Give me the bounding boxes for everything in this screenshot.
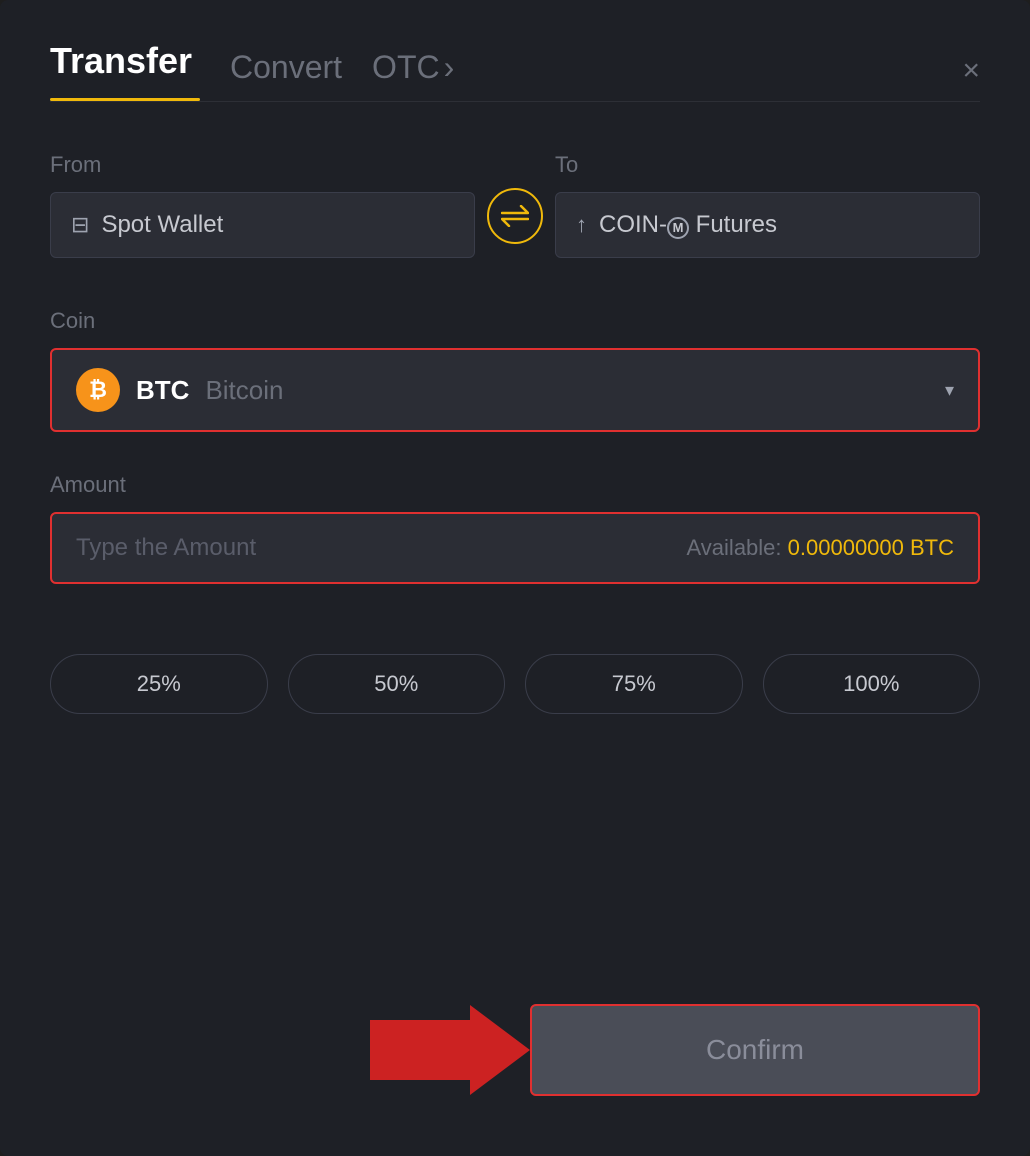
amount-label: Amount — [50, 472, 980, 498]
transfer-modal: Transfer Convert OTC › × From ⊟ Spot Wal… — [0, 0, 1030, 1156]
confirm-button[interactable]: Confirm — [530, 1004, 980, 1096]
amount-section: Amount Type the Amount Available: 0.0000… — [50, 472, 980, 584]
arrow-icon — [370, 1005, 530, 1095]
coin-dropdown[interactable]: ₿ BTC Bitcoin ▾ — [50, 348, 980, 432]
arrow-wrapper — [50, 1005, 530, 1095]
from-wallet-name: Spot Wallet — [101, 211, 223, 239]
swap-button[interactable] — [487, 188, 543, 244]
available-label: Available: — [687, 535, 782, 560]
to-label: To — [555, 152, 980, 178]
close-button[interactable]: × — [962, 56, 980, 101]
wallet-card-icon: ⊟ — [71, 212, 89, 238]
coin-section: Coin ₿ BTC Bitcoin ▾ — [50, 308, 980, 432]
available-text: Available: 0.00000000 BTC — [687, 535, 954, 561]
from-to-section: From ⊟ Spot Wallet To ↑ COIN-M Futures — [50, 152, 980, 258]
tab-otc[interactable]: OTC › — [372, 49, 454, 101]
amount-placeholder: Type the Amount — [76, 534, 256, 562]
amount-input-wrapper[interactable]: Type the Amount Available: 0.00000000 BT… — [50, 512, 980, 584]
futures-icon: ↑ — [576, 212, 587, 238]
percent-row: 25% 50% 75% 100% — [50, 654, 980, 714]
from-label: From — [50, 152, 475, 178]
percent-25-button[interactable]: 25% — [50, 654, 268, 714]
coin-full-name: Bitcoin — [205, 375, 283, 406]
tab-convert[interactable]: Convert — [230, 49, 342, 101]
from-group: From ⊟ Spot Wallet — [50, 152, 475, 258]
tab-transfer[interactable]: Transfer — [50, 40, 200, 94]
coin-ticker: BTC — [136, 375, 189, 406]
to-wallet-select[interactable]: ↑ COIN-M Futures — [555, 192, 980, 258]
tab-active-underline — [50, 98, 200, 101]
percent-100-button[interactable]: 100% — [763, 654, 981, 714]
from-wallet-select[interactable]: ⊟ Spot Wallet — [50, 192, 475, 258]
percent-50-button[interactable]: 50% — [288, 654, 506, 714]
coin-label: Coin — [50, 308, 980, 334]
swap-wrapper — [475, 188, 555, 258]
to-group: To ↑ COIN-M Futures — [555, 152, 980, 258]
available-value: 0.00000000 BTC — [788, 535, 954, 560]
tab-row: Transfer Convert OTC › × — [50, 40, 980, 102]
percent-75-button[interactable]: 75% — [525, 654, 743, 714]
btc-icon: ₿ — [76, 368, 120, 412]
to-wallet-name: COIN-M Futures — [599, 211, 777, 239]
chevron-down-icon: ▾ — [945, 380, 954, 401]
bottom-row: Confirm — [50, 1004, 980, 1096]
